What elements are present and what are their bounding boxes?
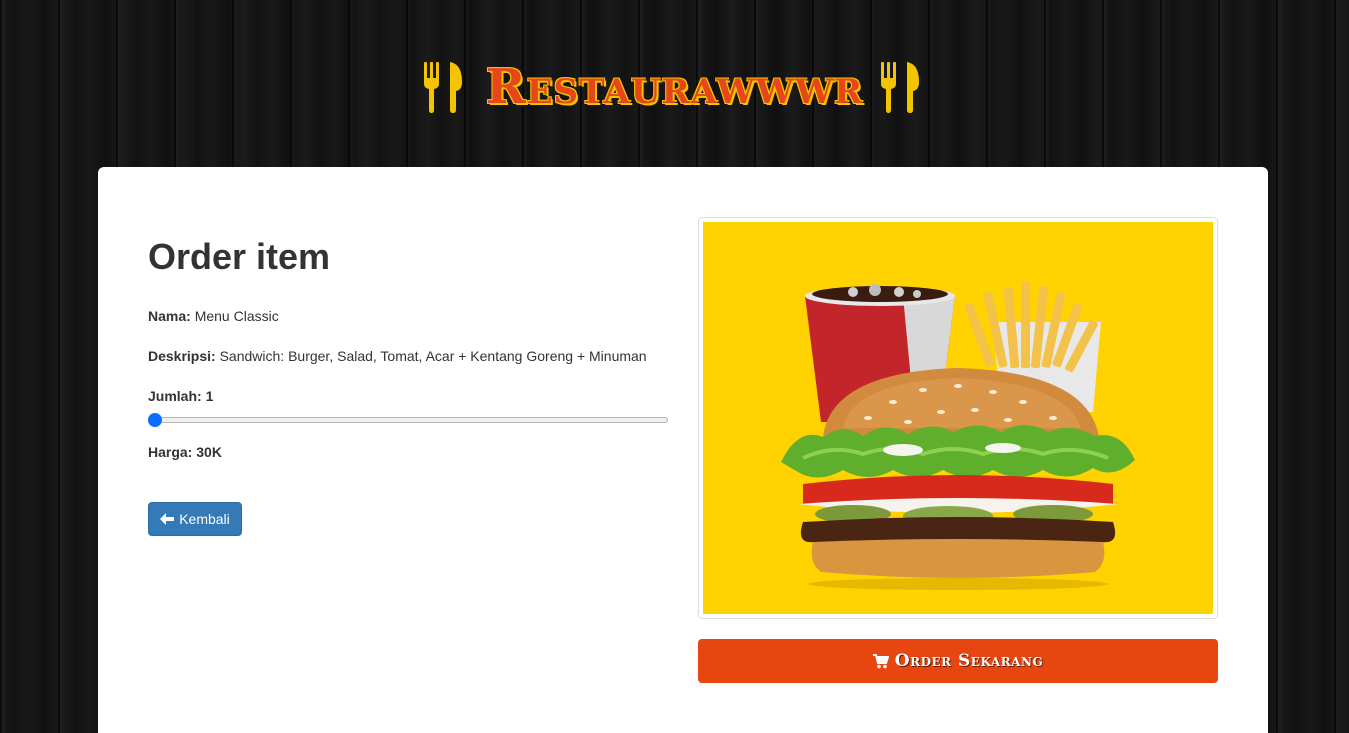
harga-label: Harga: [148,444,193,460]
page-title: Order item [148,236,331,277]
deskripsi-label: Deskripsi: [148,348,216,364]
nama-value: Menu Classic [194,308,279,324]
back-button-label: Kembali [179,511,230,527]
product-panel: Order Sekarang [698,217,1218,683]
harga-value: 30K [196,444,222,460]
brand-title: Restaurawwwr [485,59,864,115]
deskripsi-value: Sandwich: Burger, Salad, Tomat, Acar + K… [219,348,647,364]
utensils-icon [423,62,462,113]
nama-row: Nama: Menu Classic [148,306,279,326]
cart-icon [872,653,889,668]
jumlah-label: Jumlah: [148,388,202,404]
quantity-slider[interactable] [148,413,668,427]
burger-meal-image [703,222,1213,614]
jumlah-row: Jumlah: 1 [148,386,213,406]
arrow-left-icon [160,513,175,525]
order-card: Order item Nama: Menu Classic Deskripsi:… [98,167,1268,733]
jumlah-value: 1 [205,388,214,404]
order-now-button[interactable]: Order Sekarang [698,639,1218,683]
order-now-label: Order Sekarang [894,651,1044,671]
slider-thumb[interactable] [148,413,162,427]
utensils-icon [881,62,920,113]
back-button[interactable]: Kembali [148,502,242,536]
deskripsi-row: Deskripsi: Sandwich: Burger, Salad, Toma… [148,346,647,366]
order-details: Order item Nama: Menu Classic Deskripsi:… [148,235,668,536]
nama-label: Nama: [148,308,191,324]
product-image-frame [698,217,1218,619]
site-header: Restaurawwwr [0,52,1349,122]
slider-track[interactable] [148,417,668,423]
harga-row: Harga: 30K [148,442,222,462]
